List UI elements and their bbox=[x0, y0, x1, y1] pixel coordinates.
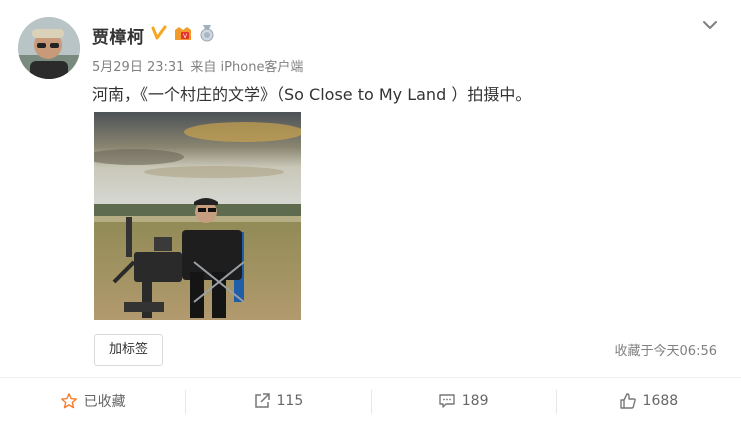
share-count: 115 bbox=[276, 393, 304, 409]
author-name[interactable]: 贾樟柯 bbox=[92, 23, 145, 48]
author-row: 贾樟柯 V bbox=[92, 23, 215, 48]
chevron-down-icon[interactable] bbox=[701, 16, 719, 34]
comment-icon bbox=[438, 392, 456, 410]
favorite-button[interactable]: 已收藏 bbox=[0, 378, 185, 424]
avatar[interactable] bbox=[18, 17, 80, 79]
favorite-time: 收藏于今天06:56 bbox=[614, 344, 717, 359]
comment-button[interactable]: 189 bbox=[370, 378, 556, 424]
post-source: 来自 iPhone客户端 bbox=[190, 60, 304, 75]
post-text: 河南，《一个村庄的文学》（So Close to My Land ）拍摄中。 bbox=[92, 85, 532, 104]
verified-icon[interactable] bbox=[151, 25, 167, 45]
medal-icon[interactable] bbox=[199, 24, 215, 46]
like-icon bbox=[619, 392, 637, 410]
post-meta: 5月29日 23:31 来自 iPhone客户端 bbox=[92, 56, 303, 75]
vip-icon[interactable]: V bbox=[173, 24, 193, 46]
share-icon bbox=[253, 392, 271, 410]
like-button[interactable]: 1688 bbox=[555, 378, 741, 424]
add-tag-button[interactable]: 加标签 bbox=[94, 334, 164, 366]
post-time[interactable]: 5月29日 23:31 bbox=[92, 56, 184, 75]
action-bar: 已收藏 115 189 1688 bbox=[0, 378, 741, 424]
like-count: 1688 bbox=[642, 393, 679, 409]
share-button[interactable]: 115 bbox=[185, 378, 370, 424]
star-icon bbox=[60, 392, 78, 410]
favorite-label: 已收藏 bbox=[83, 394, 126, 410]
weibo-post-card: 贾樟柯 V 5月29日 23:31 来自 iPhone客户端 河南，《一个村庄的… bbox=[0, 0, 741, 424]
comment-count: 189 bbox=[461, 393, 489, 409]
post-image[interactable] bbox=[94, 112, 301, 320]
